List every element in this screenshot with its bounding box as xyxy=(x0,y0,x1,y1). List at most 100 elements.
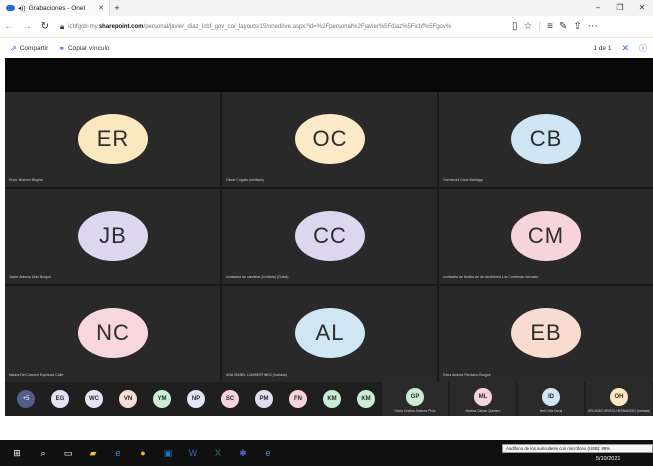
participant-tile: ER Ervin Jimenez Begine xyxy=(5,92,220,187)
new-tab-icon[interactable]: + xyxy=(110,3,124,13)
file-explorer-icon[interactable]: ▰ xyxy=(86,446,100,460)
participant-chip[interactable]: ML xyxy=(474,388,492,406)
share-button[interactable]: ⇗ Compartir xyxy=(10,44,48,53)
avatar: CB xyxy=(511,114,581,164)
participant-chip[interactable]: SC xyxy=(221,390,239,408)
named-participant: ID Iselt Ortiz Doval xyxy=(518,382,584,416)
participant-chip[interactable]: KM xyxy=(323,390,341,408)
share-icon[interactable]: ⇪ xyxy=(573,21,581,32)
search-icon[interactable]: ⌕ xyxy=(36,446,50,460)
start-icon[interactable]: ⊞ xyxy=(10,446,24,460)
participant-chip[interactable]: YM xyxy=(153,390,171,408)
avatar: JB xyxy=(78,211,148,261)
outlook-icon[interactable]: ▣ xyxy=(161,446,175,460)
link-icon: ⚭ xyxy=(58,43,65,53)
participant-name: Nauira Del Carmen Espinosa Calle xyxy=(9,373,64,377)
participant-chip[interactable]: ID xyxy=(542,388,560,406)
participant-chip[interactable]: NP xyxy=(187,390,205,408)
avatar: NC xyxy=(78,308,148,358)
command-bar: ⇗ Compartir ⚭ Copiar vínculo 1 de 1 ✕ ⓘ xyxy=(0,38,653,58)
excel-icon[interactable]: X xyxy=(211,446,225,460)
participant-chip[interactable]: WC xyxy=(85,390,103,408)
participant-strip: +5 EG WC VN YM NP SC PM FN KM KM GP Gloria Cristina … xyxy=(5,382,653,416)
more-participants-button[interactable]: +5 xyxy=(17,390,35,408)
back-icon[interactable]: ← xyxy=(0,21,18,32)
participant-name: Edna Andrea Pardomo Burgos xyxy=(443,373,491,377)
info-icon[interactable]: ⓘ xyxy=(639,43,647,54)
avatar: EB xyxy=(511,308,581,358)
participant-tile: EB Edna Andrea Pardomo Burgos xyxy=(439,286,653,382)
taskbar-date: 5/10/2021 xyxy=(596,456,621,462)
tab-title: Grabaciones - OneI xyxy=(28,4,86,12)
participant-chip[interactable]: GP xyxy=(406,388,424,406)
participant-name: comisaria de candelar (Invitado) (Guest) xyxy=(226,275,289,279)
participant-tile: CM comisaria de familia de de candelaria … xyxy=(439,189,653,284)
word-icon[interactable]: W xyxy=(186,446,200,460)
participant-name: ORLANDO ARISTA HERNANDEZ (Invitado) xyxy=(587,409,651,413)
more-icon[interactable]: ⋯ xyxy=(588,21,598,32)
participant-chip[interactable]: OH xyxy=(610,388,628,406)
reading-view-icon[interactable]: ▯ xyxy=(512,21,518,32)
participant-name: ANA ISABEL LUMBERTINEZ (Invitado) xyxy=(226,373,288,377)
participant-tile: CC comisaria de candelar (Invitado) (Gues… xyxy=(222,189,437,284)
tab-close-icon[interactable]: ✕ xyxy=(98,4,104,12)
named-participant: OH ORLANDO ARISTA HERNANDEZ (Invitado) xyxy=(586,382,652,416)
participant-chip[interactable]: VN xyxy=(119,390,137,408)
url-field[interactable]: 🔒︎ icbfgob-my.sharepoint.com/personal/ja… xyxy=(54,19,506,34)
participant-tile: JB Javier Antonio Diaz Burgos xyxy=(5,189,220,284)
browser-tab[interactable]: ◂)) Grabaciones - OneI ✕ xyxy=(0,0,110,16)
window-controls: – ❐ ✕ xyxy=(587,0,653,16)
video-grid: ER Ervin Jimenez Begine OC Oscar Cogollo (I… xyxy=(5,92,653,382)
tab-audio-icon: ◂)) xyxy=(18,5,26,12)
screen: ◂)) Grabaciones - OneI ✕ + – ❐ ✕ ← → ↻ 🔒… xyxy=(0,0,653,466)
participant-tile: OC Oscar Cogollo (Invitado) xyxy=(222,92,437,187)
browser-tabbar: ◂)) Grabaciones - OneI ✕ + – ❐ ✕ xyxy=(0,0,653,16)
task-view-icon[interactable]: ▭ xyxy=(61,446,75,460)
avatar: CM xyxy=(511,211,581,261)
url-text: icbfgob-my.sharepoint.com/personal/javie… xyxy=(68,23,452,30)
participant-name: Martina Galvan Quintero xyxy=(465,409,501,413)
video-top-bar xyxy=(5,58,653,92)
participant-tile: CB Carmenza Cano Barriaga xyxy=(439,92,653,187)
copy-link-button[interactable]: ⚭ Copiar vínculo xyxy=(58,44,109,53)
page-count: 1 de 1 xyxy=(593,44,612,52)
share-arrow-icon: ⇗ xyxy=(10,43,17,53)
participant-tile: AL ANA ISABEL LUMBERTINEZ (Invitado) xyxy=(222,286,437,382)
teams-icon[interactable]: ✱ xyxy=(236,446,250,460)
close-viewer-icon[interactable]: ✕ xyxy=(621,43,629,54)
avatar: AL xyxy=(295,308,365,358)
participant-name: Carmenza Cano Barriaga xyxy=(443,178,483,182)
restore-icon[interactable]: ❐ xyxy=(609,0,631,16)
avatar: CC xyxy=(295,211,365,261)
onedrive-icon xyxy=(6,5,15,11)
named-participant: GP Gloria Cristina Jimenez Pinto xyxy=(382,382,448,416)
hub-icon[interactable]: ≡ xyxy=(547,21,553,32)
forward-icon[interactable]: → xyxy=(18,21,36,32)
participant-chip[interactable]: KM xyxy=(357,390,375,408)
chrome-icon[interactable]: ● xyxy=(136,446,150,460)
participant-chip[interactable]: FN xyxy=(289,390,307,408)
avatar: OC xyxy=(295,114,365,164)
command-bar-right: 1 de 1 ✕ ⓘ xyxy=(593,38,647,58)
favorite-star-icon[interactable]: ☆ xyxy=(524,21,533,32)
named-participant: ML Martina Galvan Quintero xyxy=(450,382,516,416)
address-tools: ▯ ☆ | ≡ ✎ ⇪ ⋯ xyxy=(512,21,598,32)
participant-chip[interactable]: PM xyxy=(255,390,273,408)
lock-icon: 🔒︎ xyxy=(60,21,65,31)
participant-name: Gloria Cristina Jimenez Pinto xyxy=(394,409,436,413)
participant-name: Javier Antonio Diaz Burgos xyxy=(9,275,52,279)
participant-name: Ervin Jimenez Begine xyxy=(9,178,43,182)
minimize-icon[interactable]: – xyxy=(587,0,609,16)
participant-name: Iselt Ortiz Doval xyxy=(539,409,563,413)
participant-name: comisaria de familia de de candelaria Lu… xyxy=(443,275,539,279)
volume-tooltip: Audífono de los auriculares con micrófon… xyxy=(502,444,653,453)
participant-tile: NC Nauira Del Carmen Espinosa Calle xyxy=(5,286,220,382)
edge-icon[interactable]: e xyxy=(111,446,125,460)
edge-icon[interactable]: e xyxy=(261,446,275,460)
close-window-icon[interactable]: ✕ xyxy=(631,0,653,16)
refresh-icon[interactable]: ↻ xyxy=(36,21,54,32)
participant-chip[interactable]: EG xyxy=(51,390,69,408)
avatar: ER xyxy=(78,114,148,164)
participant-name: Oscar Cogollo (Invitado) xyxy=(226,178,264,182)
notes-icon[interactable]: ✎ xyxy=(559,21,567,32)
